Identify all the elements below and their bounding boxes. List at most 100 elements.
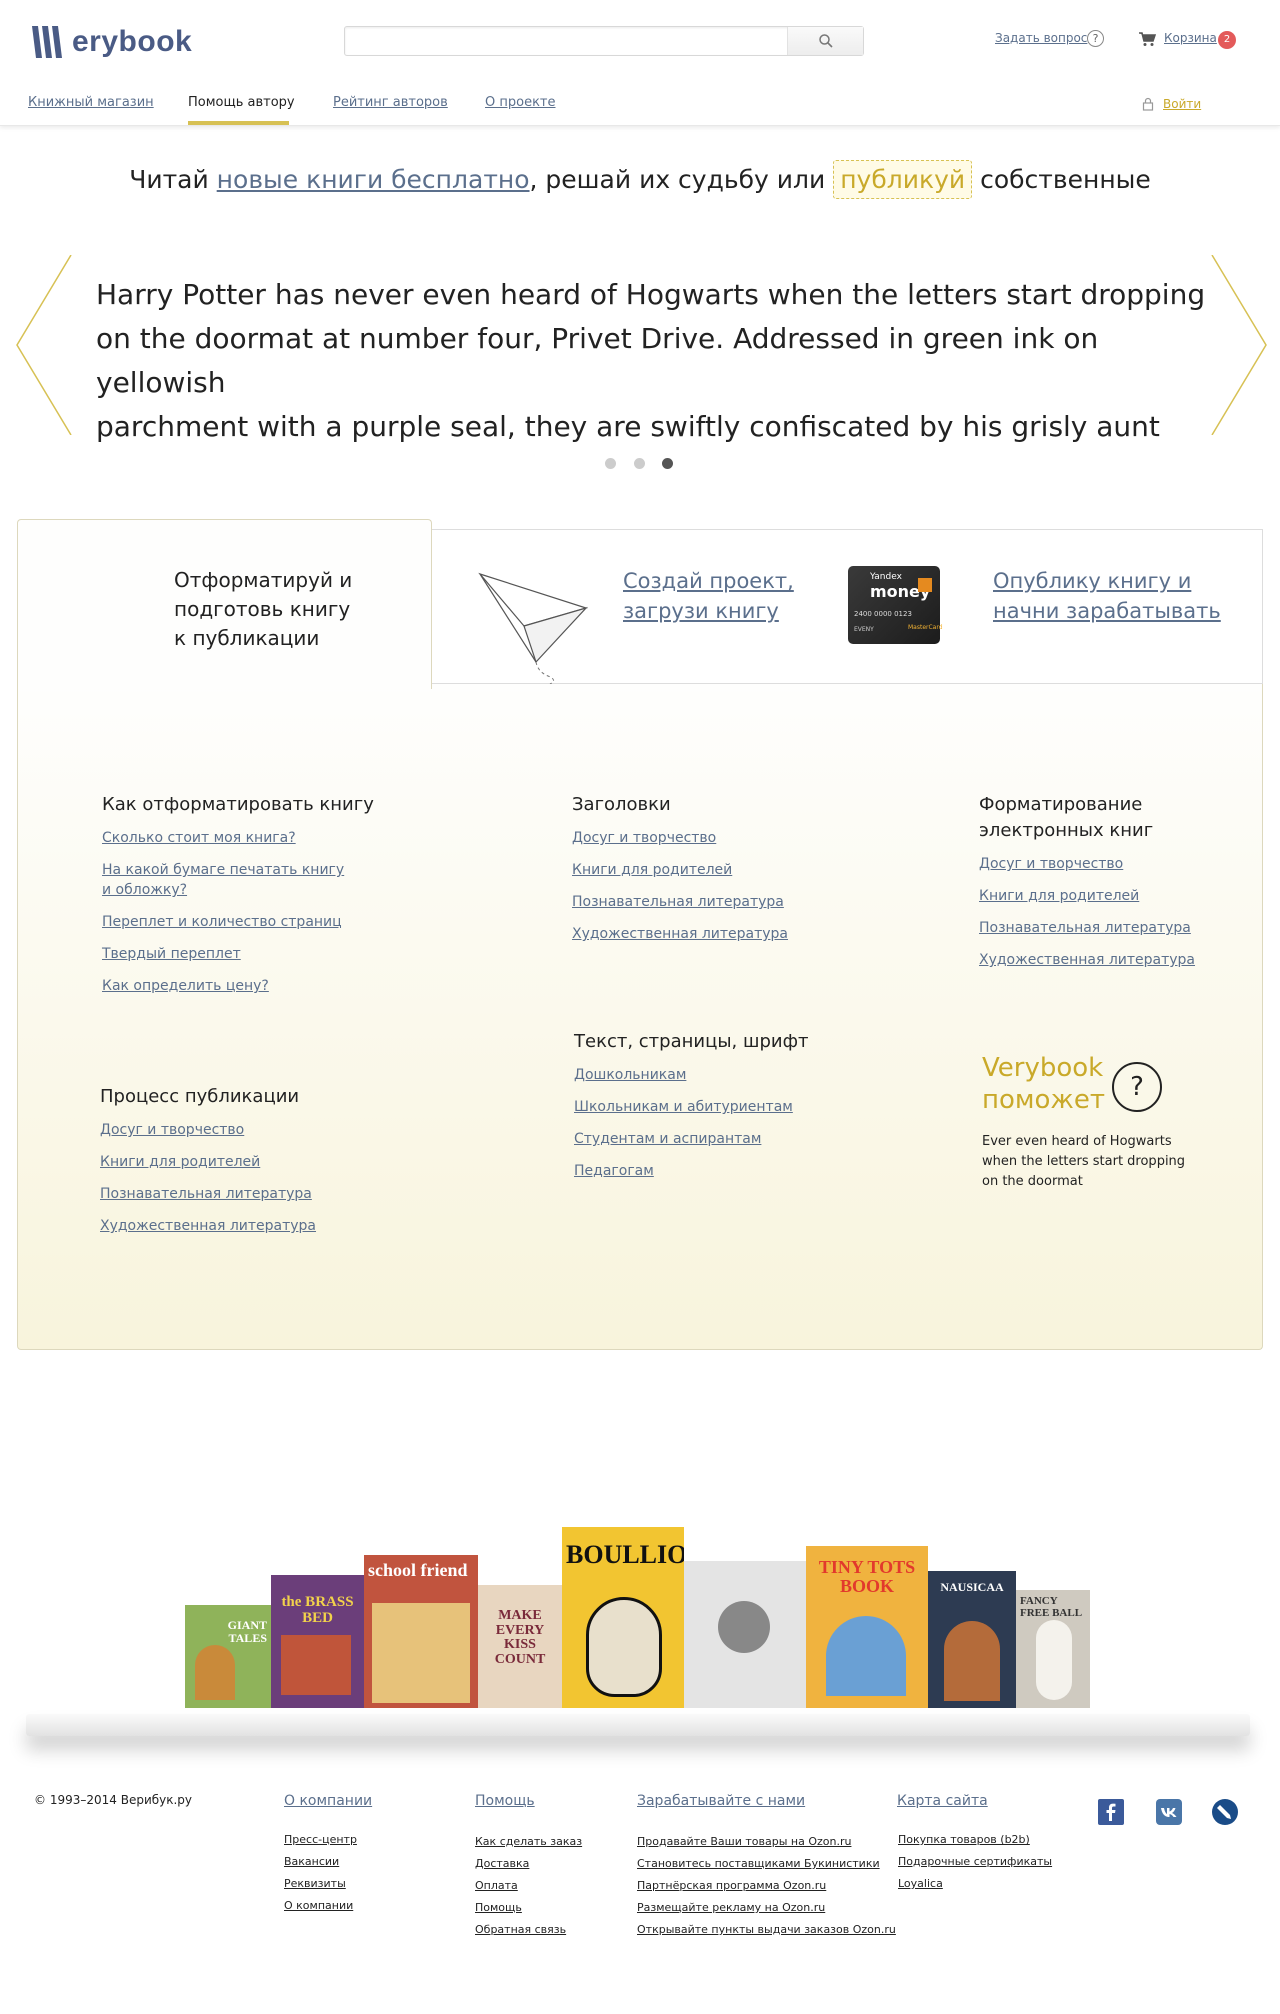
card-holder: ЕVENY: [854, 626, 874, 633]
section-link[interactable]: Книги для родителей: [100, 1152, 260, 1172]
carousel-dot[interactable]: [605, 458, 616, 469]
carousel-dot-active[interactable]: [662, 458, 673, 469]
section-link[interactable]: Книги для родителей: [572, 860, 732, 880]
section-link[interactable]: Досуг и творчество: [979, 854, 1123, 874]
section-link[interactable]: Досуг и творчество: [100, 1120, 244, 1140]
section-title-headings: Заголовки: [572, 794, 671, 815]
book-cover[interactable]: NAUSICAA: [928, 1571, 1016, 1708]
carousel-next-icon[interactable]: [1210, 255, 1268, 435]
carousel-prev-icon[interactable]: [15, 255, 73, 435]
search-button[interactable]: [787, 27, 863, 55]
footer-link[interactable]: Вакансии: [284, 1855, 339, 1868]
footer-link[interactable]: Становитесь поставщиками Букинистики: [637, 1857, 880, 1870]
footer-heading[interactable]: Карта сайта: [897, 1793, 988, 1809]
section-link[interactable]: Дошкольникам: [574, 1065, 686, 1085]
footer-link[interactable]: Продавайте Ваши товары на Ozon.ru: [637, 1835, 851, 1848]
copyright: © 1993–2014 Верибук.ру: [34, 1793, 193, 1807]
carousel-quote: Harry Potter has never even heard of Hog…: [96, 273, 1206, 449]
tagline-text-start: Читай: [129, 165, 217, 194]
section-title-ebook: Форматирование электронных книг: [979, 792, 1153, 844]
footer-link[interactable]: Пресс-центр: [284, 1833, 357, 1846]
section-link[interactable]: Переплет и количество страниц: [102, 912, 342, 932]
cart-icon[interactable]: [1138, 31, 1156, 47]
book-cover[interactable]: FANCY FREE BALL: [1016, 1590, 1090, 1708]
book-title: GIANT TALES: [227, 1618, 267, 1645]
cart-link[interactable]: Корзина: [1164, 31, 1217, 45]
book-cover[interactable]: [684, 1561, 806, 1708]
footer-link[interactable]: Как сделать заказ: [475, 1835, 582, 1848]
search-input[interactable]: [345, 27, 785, 55]
create-project-link[interactable]: Создай проект, загрузи книгу: [623, 566, 794, 626]
logo[interactable]: erybook: [30, 22, 192, 62]
footer-link[interactable]: Loyalica: [898, 1877, 943, 1890]
card-number: 2400 0000 0123: [854, 610, 912, 618]
footer-link[interactable]: Обратная связь: [475, 1923, 566, 1936]
footer-heading[interactable]: Помощь: [475, 1793, 535, 1809]
ask-question-link[interactable]: Задать вопрос: [995, 31, 1087, 45]
section-link[interactable]: Твердый переплет: [102, 944, 241, 964]
footer-link[interactable]: Доставка: [475, 1857, 529, 1870]
section-link[interactable]: Как определить цену?: [102, 976, 269, 996]
section-link[interactable]: Педагогам: [574, 1161, 654, 1181]
section-link[interactable]: Познавательная литература: [979, 918, 1191, 938]
quote-line: on the doormat at number four, Privet Dr…: [96, 322, 1099, 399]
book-title: NAUSICAA: [940, 1580, 1004, 1594]
footer-link[interactable]: Оплата: [475, 1879, 518, 1892]
publish-link[interactable]: Опублику книгу и начни зарабатывать: [993, 566, 1221, 626]
help-panel: [17, 684, 1263, 1350]
book-title: school friend: [368, 1560, 468, 1580]
section-link[interactable]: Художественная литература: [100, 1216, 316, 1236]
book-cover[interactable]: TINY TOTS BOOK: [806, 1546, 928, 1708]
facebook-icon[interactable]: [1098, 1799, 1124, 1825]
footer-link[interactable]: Реквизиты: [284, 1877, 346, 1890]
vk-icon[interactable]: [1156, 1799, 1182, 1825]
footer-heading[interactable]: Зарабатывайте с нами: [637, 1793, 805, 1809]
section-title-text-pages: Текст, страницы, шрифт: [574, 1031, 809, 1052]
help-text: Ever even heard of Hogwarts when the let…: [982, 1134, 1186, 1189]
nav-author-help[interactable]: Помощь автору: [188, 95, 295, 110]
help-question-icon[interactable]: ?: [1112, 1062, 1162, 1112]
footer-link[interactable]: Покупка товаров (b2b): [898, 1833, 1030, 1846]
section-link[interactable]: Познавательная литература: [572, 892, 784, 912]
section-link[interactable]: Досуг и творчество: [572, 828, 716, 848]
section-link[interactable]: и обложку?: [102, 880, 187, 900]
cart-count-badge: 2: [1218, 31, 1236, 49]
footer-link[interactable]: Партнёрская программа Ozon.ru: [637, 1879, 826, 1892]
book-illustration: [195, 1645, 235, 1700]
tagline-publish-button[interactable]: публикуй: [833, 160, 973, 199]
nav-about[interactable]: О проекте: [485, 95, 556, 110]
tab-format-line: Отформатируй и: [174, 568, 353, 592]
footer-link[interactable]: Размещайте рекламу на Ozon.ru: [637, 1901, 825, 1914]
book-cover[interactable]: the BRASS BED: [271, 1575, 364, 1708]
book-illustration: [826, 1616, 906, 1696]
tagline-text-middle: , решай их судьбу или: [529, 165, 834, 194]
footer-link[interactable]: Открывайте пункты выдачи заказов Ozon.ru: [637, 1923, 896, 1936]
section-link[interactable]: На какой бумаге печатать книгу: [102, 860, 344, 880]
section-link[interactable]: Книги для родителей: [979, 886, 1139, 906]
question-icon[interactable]: ?: [1087, 30, 1104, 47]
lock-icon: [1142, 97, 1154, 111]
section-link[interactable]: Художественная литература: [979, 950, 1195, 970]
section-link[interactable]: Сколько стоит моя книга?: [102, 828, 296, 848]
login-link[interactable]: Войти: [1163, 97, 1201, 111]
footer-link[interactable]: О компании: [284, 1899, 353, 1912]
book-cover[interactable]: MAKE EVERY KISS COUNT: [478, 1585, 562, 1708]
nav-bookstore[interactable]: Книжный магазин: [28, 95, 154, 110]
livejournal-icon[interactable]: [1212, 1799, 1238, 1825]
section-link[interactable]: Познавательная литература: [100, 1184, 312, 1204]
footer-link[interactable]: Подарочные сертификаты: [898, 1855, 1052, 1868]
footer-heading[interactable]: О компании: [284, 1793, 372, 1809]
section-link[interactable]: Студентам и аспирантам: [574, 1129, 761, 1149]
section-link[interactable]: Художественная литература: [572, 924, 788, 944]
footer-link[interactable]: Помощь: [475, 1901, 522, 1914]
section-link[interactable]: Школьникам и абитуриентам: [574, 1097, 793, 1117]
book-cover[interactable]: GIANT TALES: [185, 1605, 271, 1708]
tagline-text-end: собственные: [972, 165, 1151, 194]
carousel-dot[interactable]: [634, 458, 645, 469]
nav-author-rating[interactable]: Рейтинг авторов: [333, 95, 448, 110]
book-cover[interactable]: BOULLION: [562, 1527, 684, 1708]
tagline: Читай новые книги бесплатно, решай их су…: [0, 160, 1280, 199]
tagline-free-books-link[interactable]: новые книги бесплатно: [217, 165, 530, 194]
book-title: FANCY FREE BALL: [1020, 1595, 1083, 1619]
book-cover[interactable]: school friend: [364, 1555, 478, 1708]
